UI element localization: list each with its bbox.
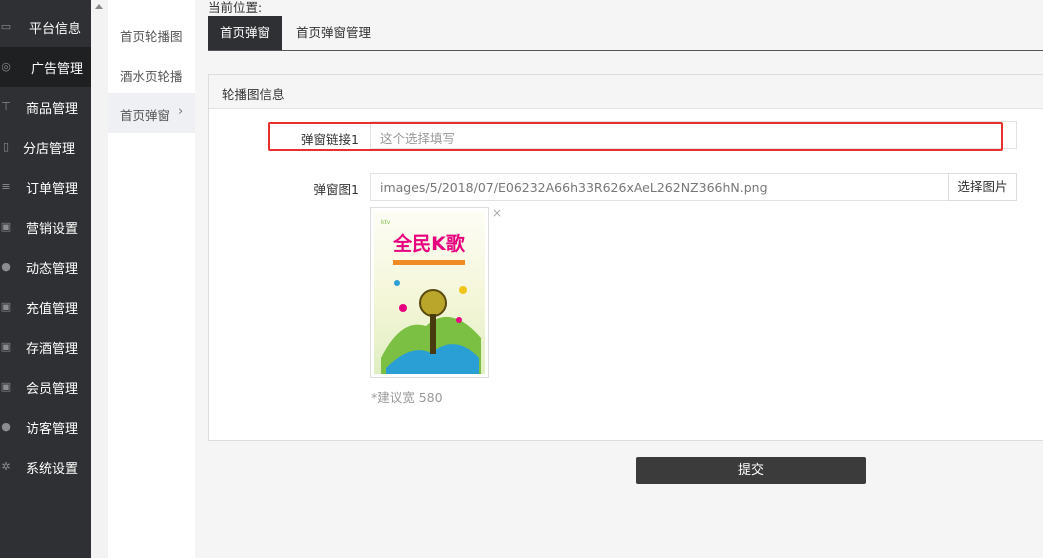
- image-thumbnail: 全民K歌 ktv: [370, 207, 489, 378]
- submenu: 首页轮播图 酒水页轮播 首页弹窗 ›: [108, 0, 195, 558]
- main-sidebar: ▭ 平台信息 ◎ 广告管理 ⊤ 商品管理 ▯ 分店管理 ≡ 订单管理 ▣ 营销设…: [0, 0, 91, 558]
- sidebar-item-recharge[interactable]: ▣ 充值管理: [0, 287, 91, 327]
- cart-icon: ⊤: [1, 100, 11, 113]
- list-icon: ≡: [1, 180, 11, 193]
- sidebar-item-label: 商品管理: [26, 102, 79, 117]
- size-hint: *建议宽 580: [371, 390, 443, 405]
- sidebar-item-label: 访客管理: [26, 422, 79, 437]
- sidebar-item-label: 会员管理: [26, 382, 79, 397]
- form-panel: 轮播图信息 弹窗链接1 这个选择填写 弹窗图1 images/5/2018/07…: [208, 74, 1043, 441]
- sidebar-item-label: 充值管理: [26, 302, 79, 317]
- sidebar-item-label: 分店管理: [23, 142, 76, 157]
- panel-header: 轮播图信息: [209, 75, 1043, 109]
- scroll-up-arrow-icon[interactable]: [95, 4, 103, 9]
- submenu-item-home-popup[interactable]: 首页弹窗 ›: [108, 93, 195, 133]
- popup-image-path-value: images/5/2018/07/E06232A66h33R626xAeL262…: [380, 180, 768, 195]
- gift-icon: ▣: [0, 340, 12, 353]
- sidebar-item-label: 广告管理: [31, 62, 84, 77]
- choose-image-button[interactable]: 选择图片: [948, 173, 1017, 201]
- sidebar-item-visitors[interactable]: ● 访客管理: [0, 407, 91, 447]
- sidebar-item-marketing[interactable]: ▣ 营销设置: [0, 207, 91, 247]
- gift-icon: ▣: [0, 300, 12, 313]
- popup-image-path-input[interactable]: images/5/2018/07/E06232A66h33R626xAeL262…: [370, 173, 949, 201]
- panel-title: 轮播图信息: [222, 87, 285, 102]
- submenu-item-label: 酒水页轮播: [120, 69, 183, 84]
- book-icon: ▯: [2, 140, 10, 153]
- sidebar-item-label: 存酒管理: [26, 342, 79, 357]
- user-icon: ●: [1, 260, 11, 273]
- highlight-box: [268, 122, 1003, 151]
- user-icon: ●: [1, 420, 11, 433]
- sidebar-item-dynamics[interactable]: ● 动态管理: [0, 247, 91, 287]
- breadcrumb: 当前位置:: [208, 0, 263, 15]
- submenu-item-home-carousel[interactable]: 首页轮播图: [108, 14, 195, 54]
- submenu-item-drinks-carousel[interactable]: 酒水页轮播: [108, 54, 195, 94]
- chevron-right-icon: ›: [178, 104, 184, 119]
- sidebar-item-orders[interactable]: ≡ 订单管理: [0, 167, 91, 207]
- sidebar-item-ad-management[interactable]: ◎ 广告管理: [0, 47, 91, 87]
- lifebuoy-icon: ◎: [1, 60, 11, 73]
- poster-title: 全民K歌: [392, 232, 466, 255]
- sidebar-item-platform-info[interactable]: ▭ 平台信息: [0, 7, 91, 47]
- sidebar-item-label: 动态管理: [26, 262, 79, 277]
- sidebar-item-label: 系统设置: [26, 462, 79, 477]
- sidebar-item-branches[interactable]: ▯ 分店管理: [0, 127, 91, 167]
- sidebar-item-members[interactable]: ▣ 会员管理: [0, 367, 91, 407]
- remove-image-icon[interactable]: ×: [492, 206, 502, 220]
- tab-home-popup-management[interactable]: 首页弹窗管理: [284, 16, 383, 50]
- sidebar-item-label: 平台信息: [29, 22, 82, 37]
- sidebar-item-products[interactable]: ⊤ 商品管理: [0, 87, 91, 127]
- svg-text:ktv: ktv: [381, 219, 391, 226]
- popup-image-label: 弹窗图1: [313, 182, 359, 197]
- gear-icon: ✲: [1, 460, 11, 473]
- tab-bar: 首页弹窗 首页弹窗管理: [208, 16, 1043, 51]
- main-content: 当前位置: 首页弹窗 首页弹窗管理 轮播图信息 弹窗链接1 这个选择填写 弹窗图…: [195, 0, 1043, 558]
- sidebar-item-system-settings[interactable]: ✲ 系统设置: [0, 447, 91, 487]
- submenu-item-label: 首页弹窗: [120, 108, 171, 123]
- gift-icon: ▣: [0, 380, 12, 393]
- sidebar-scrollbar[interactable]: [91, 0, 108, 558]
- sidebar-item-wine-storage[interactable]: ▣ 存酒管理: [0, 327, 91, 367]
- submit-button[interactable]: 提交: [636, 457, 866, 484]
- submenu-item-label: 首页轮播图: [120, 29, 183, 44]
- sidebar-item-label: 订单管理: [26, 182, 79, 197]
- window-icon: ▭: [0, 20, 12, 33]
- sidebar-item-label: 营销设置: [26, 222, 79, 237]
- gift-icon: ▣: [0, 220, 12, 233]
- tab-home-popup[interactable]: 首页弹窗: [208, 16, 283, 50]
- poster-image: 全民K歌 ktv: [374, 211, 485, 374]
